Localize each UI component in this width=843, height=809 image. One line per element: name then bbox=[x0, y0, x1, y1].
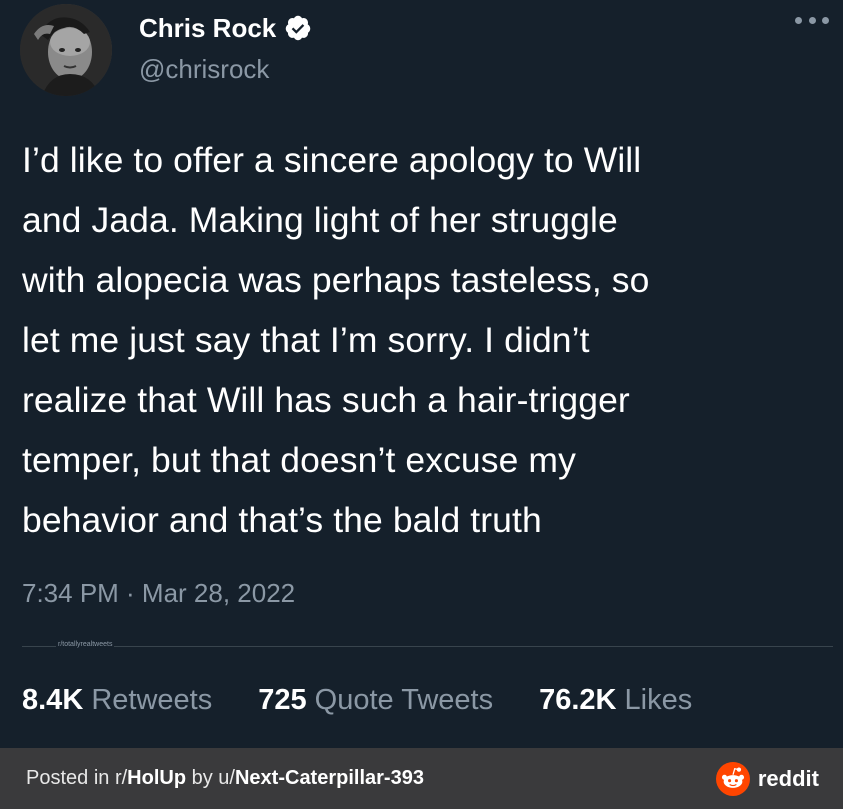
verified-badge-icon bbox=[286, 15, 311, 41]
reddit-logo-icon bbox=[715, 761, 750, 796]
dot bbox=[808, 16, 816, 24]
likes-stat[interactable]: 76.2K Likes bbox=[539, 684, 692, 717]
retweets-stat[interactable]: 8.4K Retweets bbox=[22, 684, 212, 717]
watermark: r/totallyrealtweets bbox=[56, 641, 115, 648]
posted-in-text: Posted in r/HolUp by u/Next-Caterpillar-… bbox=[26, 767, 424, 790]
tweet-line: realize that Will has such a hair-trigge… bbox=[22, 380, 630, 420]
tweet-line: let me just say that I’m sorry. I didn’t bbox=[22, 320, 590, 360]
dot bbox=[822, 16, 829, 24]
likes-label: Likes bbox=[624, 684, 693, 716]
username-link[interactable]: Next-Caterpillar-393 bbox=[235, 767, 424, 789]
tweet-line: behavior and that’s the bald truth bbox=[22, 500, 542, 540]
tweet-line: temper, but that doesn’t excuse my bbox=[22, 440, 576, 480]
tweet-line: with alopecia was perhaps tasteless, so bbox=[22, 260, 650, 300]
tweet-stats: 8.4K Retweets 725 Quote Tweets 76.2K Lik… bbox=[22, 684, 738, 717]
reddit-footer: Posted in r/HolUp by u/Next-Caterpillar-… bbox=[0, 748, 843, 809]
quote-tweets-count: 725 bbox=[258, 684, 315, 716]
tweet-text: I’d like to offer a sincere apology to W… bbox=[22, 130, 837, 550]
tweet-card: Chris Rock @chrisrock I’d like to offer … bbox=[0, 0, 843, 748]
tweet-line: I’d like to offer a sincere apology to W… bbox=[22, 140, 642, 180]
tweet-timestamp[interactable]: 7:34 PM · Mar 28, 2022 bbox=[22, 578, 295, 609]
avatar[interactable] bbox=[20, 4, 112, 96]
author-name[interactable]: Chris Rock bbox=[139, 13, 276, 44]
dot bbox=[795, 16, 802, 24]
author-name-row: Chris Rock bbox=[139, 10, 312, 46]
likes-count: 76.2K bbox=[539, 684, 625, 716]
avatar-image bbox=[20, 4, 112, 96]
tweet-line: and Jada. Making light of her struggle bbox=[22, 200, 618, 240]
posted-in-prefix: Posted in r/ bbox=[26, 767, 128, 789]
subreddit-link[interactable]: HolUp bbox=[127, 767, 186, 789]
by-text: by u/ bbox=[186, 767, 235, 789]
quote-tweets-label: Quote Tweets bbox=[314, 684, 494, 716]
author-handle[interactable]: @chrisrock bbox=[139, 54, 269, 85]
divider bbox=[22, 646, 833, 647]
reddit-brand[interactable]: reddit bbox=[715, 761, 819, 796]
quote-tweets-stat[interactable]: 725 Quote Tweets bbox=[258, 684, 493, 717]
reddit-wordmark: reddit bbox=[757, 765, 819, 791]
more-options-icon[interactable] bbox=[795, 12, 829, 28]
retweets-count: 8.4K bbox=[22, 684, 92, 716]
retweets-label: Retweets bbox=[91, 684, 213, 716]
